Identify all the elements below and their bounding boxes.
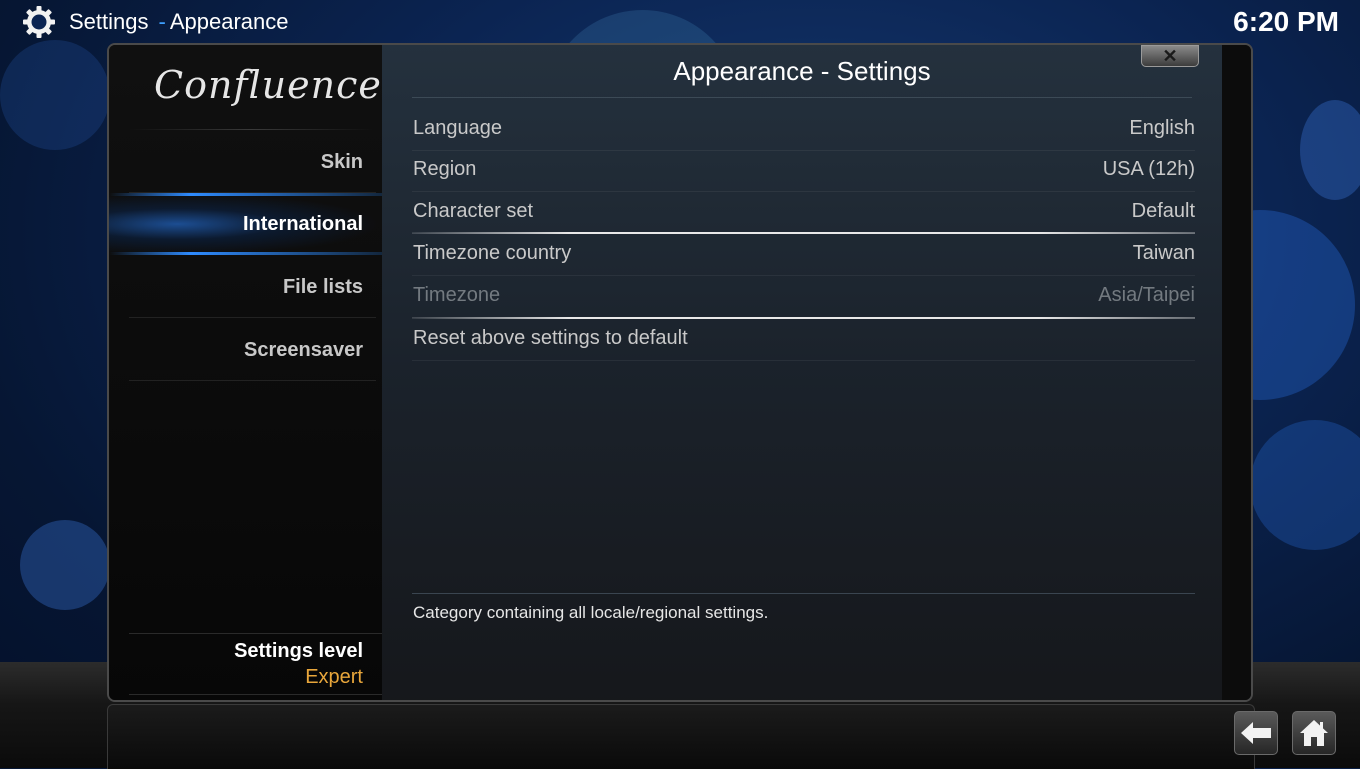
background-bokeh	[1250, 420, 1360, 550]
confluence-logo: Confluence	[154, 63, 382, 107]
setting-value: English	[1129, 117, 1195, 139]
setting-timezone-country[interactable]: Timezone country Taiwan	[412, 234, 1195, 276]
settings-level-button[interactable]: Settings level Expert	[129, 633, 382, 695]
background-bokeh	[0, 40, 110, 150]
content-edge	[1222, 45, 1251, 700]
sidebar-item-label: International	[242, 213, 363, 235]
sidebar-item-screensaver[interactable]: Screensaver	[109, 319, 382, 381]
dialog-title: Appearance - Settings	[673, 56, 931, 86]
close-icon: ✕	[1162, 45, 1178, 66]
settings-level-label: Settings level	[234, 640, 363, 662]
sidebar-item-label: Skin	[320, 151, 363, 173]
reset-settings-button[interactable]: Reset above settings to default	[412, 319, 1195, 361]
sidebar: Confluence Skin International File lists…	[109, 45, 382, 700]
setting-label: Timezone	[413, 284, 501, 306]
background-bokeh	[1300, 100, 1360, 200]
setting-character-set[interactable]: Character set Default	[412, 192, 1195, 234]
setting-timezone[interactable]: Timezone Asia/Taipei	[412, 276, 1195, 318]
setting-label: Character set	[413, 200, 534, 222]
settings-level-value: Expert	[305, 666, 363, 688]
sidebar-item-label: Screensaver	[244, 339, 363, 361]
breadcrumb-section: Settings	[69, 9, 149, 34]
sidebar-item-file-lists[interactable]: File lists	[109, 256, 382, 318]
setting-region[interactable]: Region USA (12h)	[412, 150, 1195, 192]
setting-description: Category containing all locale/regional …	[413, 603, 769, 622]
settings-content: Appearance - Settings Language English R…	[382, 45, 1222, 700]
back-arrow-icon	[1241, 722, 1271, 744]
gear-icon	[22, 5, 56, 39]
setting-label: Timezone country	[413, 242, 572, 264]
setting-label: Region	[413, 158, 477, 180]
setting-value: Taiwan	[1132, 242, 1195, 264]
setting-label: Language	[413, 117, 502, 139]
sidebar-item-label: File lists	[282, 276, 363, 298]
background-bokeh	[20, 520, 110, 610]
divider	[412, 593, 1195, 594]
home-icon	[1300, 720, 1328, 746]
sidebar-item-international[interactable]: International	[109, 193, 382, 255]
setting-value: Asia/Taipei	[1098, 284, 1195, 306]
setting-label: Reset above settings to default	[413, 327, 688, 349]
breadcrumb: Settings - Appearance	[69, 9, 288, 35]
bottom-panel	[107, 704, 1255, 769]
focus-highlight	[412, 232, 1195, 234]
divider	[412, 97, 1192, 98]
setting-value: Default	[1131, 200, 1195, 222]
home-button[interactable]	[1292, 711, 1336, 755]
sidebar-item-skin[interactable]: Skin	[109, 131, 382, 193]
setting-language[interactable]: Language English	[412, 109, 1195, 151]
back-button[interactable]	[1234, 711, 1278, 755]
breadcrumb-page: Appearance	[169, 9, 289, 34]
close-button[interactable]: ✕	[1141, 45, 1199, 67]
settings-dialog: Confluence Skin International File lists…	[107, 43, 1253, 702]
focus-highlight	[412, 317, 1195, 319]
divider	[129, 129, 374, 130]
setting-value: USA (12h)	[1102, 158, 1195, 180]
breadcrumb-separator: -	[158, 9, 166, 34]
clock: 6:20 PM	[1233, 6, 1339, 37]
